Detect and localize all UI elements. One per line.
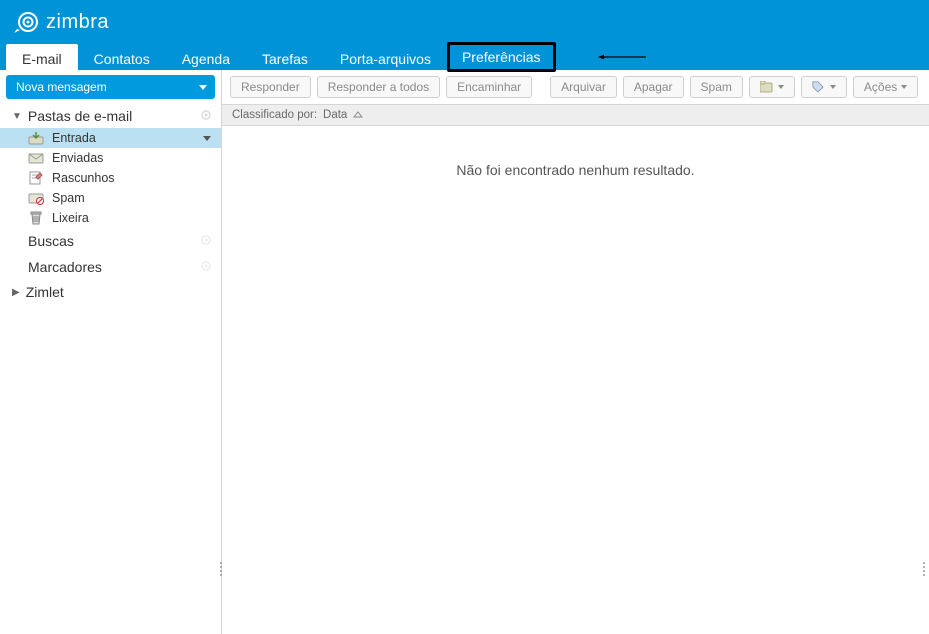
forward-button[interactable]: Encaminhar xyxy=(446,76,532,98)
tab-preferences[interactable]: Preferências xyxy=(447,42,556,72)
zimbra-logo-icon xyxy=(14,11,42,33)
gear-icon[interactable] xyxy=(199,108,213,125)
tab-email[interactable]: E-mail xyxy=(6,44,78,70)
folder-drafts[interactable]: Rascunhos xyxy=(0,168,221,188)
folder-sent[interactable]: Enviadas xyxy=(0,148,221,168)
spam-icon xyxy=(28,191,44,205)
tab-calendar[interactable]: Agenda xyxy=(166,44,246,70)
drafts-icon xyxy=(28,171,44,185)
gear-icon[interactable] xyxy=(199,259,213,276)
chevron-down-icon xyxy=(830,85,836,89)
folder-move-icon xyxy=(760,81,774,93)
reply-button[interactable]: Responder xyxy=(230,76,311,98)
inbox-icon xyxy=(28,131,44,145)
main-area: Nova mensagem ▼ Pastas de e-mail Entrada… xyxy=(0,70,929,634)
annotation-arrow-icon xyxy=(582,54,662,60)
empty-results-message: Não foi encontrado nenhum resultado. xyxy=(222,126,929,214)
brand-logo: zimbra xyxy=(14,11,109,34)
tags-header[interactable]: Marcadores xyxy=(0,254,221,280)
new-message-button[interactable]: Nova mensagem xyxy=(6,75,215,99)
brand-name: zimbra xyxy=(46,11,109,34)
archive-button[interactable]: Arquivar xyxy=(550,76,617,98)
tag-icon xyxy=(812,81,826,93)
splitter-handle-icon[interactable] xyxy=(921,560,927,580)
sort-direction-icon xyxy=(353,111,363,119)
content-area: Responder Responder a todos Encaminhar A… xyxy=(222,70,929,634)
chevron-down-icon[interactable] xyxy=(203,131,211,145)
folder-label: Rascunhos xyxy=(52,171,115,185)
delete-button[interactable]: Apagar xyxy=(623,76,684,98)
main-tabs: E-mail Contatos Agenda Tarefas Porta-arq… xyxy=(0,44,929,70)
folder-label: Spam xyxy=(52,191,85,205)
sort-bar[interactable]: Classificado por: Data xyxy=(222,104,929,126)
folders-tree-header[interactable]: ▼ Pastas de e-mail xyxy=(0,104,221,128)
reply-all-button[interactable]: Responder a todos xyxy=(317,76,440,98)
tab-briefcase[interactable]: Porta-arquivos xyxy=(324,44,447,70)
folder-label: Lixeira xyxy=(52,211,89,225)
sent-icon xyxy=(28,151,44,165)
new-message-label: Nova mensagem xyxy=(16,80,107,94)
folder-inbox[interactable]: Entrada xyxy=(0,128,221,148)
searches-header[interactable]: Buscas xyxy=(0,228,221,254)
chevron-down-icon[interactable] xyxy=(199,85,207,90)
gear-icon[interactable] xyxy=(199,233,213,250)
folders-header-label: Pastas de e-mail xyxy=(28,108,132,124)
collapse-icon: ▼ xyxy=(12,111,22,122)
splitter-handle-icon[interactable] xyxy=(218,560,224,580)
app-header: zimbra xyxy=(0,0,929,44)
actions-menu-button[interactable]: Ações xyxy=(853,76,918,98)
folder-trash[interactable]: Lixeira xyxy=(0,208,221,228)
chevron-down-icon xyxy=(778,85,784,89)
tab-tasks[interactable]: Tarefas xyxy=(246,44,324,70)
folder-label: Entrada xyxy=(52,131,96,145)
mail-toolbar: Responder Responder a todos Encaminhar A… xyxy=(222,70,929,104)
sidebar: Nova mensagem ▼ Pastas de e-mail Entrada… xyxy=(0,70,222,634)
tag-menu-button[interactable] xyxy=(801,76,847,98)
folder-spam[interactable]: Spam xyxy=(0,188,221,208)
sort-label-prefix: Classificado por: xyxy=(232,109,317,121)
chevron-down-icon xyxy=(901,85,907,89)
tab-contacts[interactable]: Contatos xyxy=(78,44,166,70)
trash-icon xyxy=(28,211,44,225)
sort-value: Data xyxy=(323,109,347,121)
expand-icon: ▶ xyxy=(12,287,20,298)
spam-button[interactable]: Spam xyxy=(690,76,743,98)
folder-label: Enviadas xyxy=(52,151,103,165)
zimlet-tree-header[interactable]: ▶ Zimlet xyxy=(0,280,221,304)
move-menu-button[interactable] xyxy=(749,76,795,98)
